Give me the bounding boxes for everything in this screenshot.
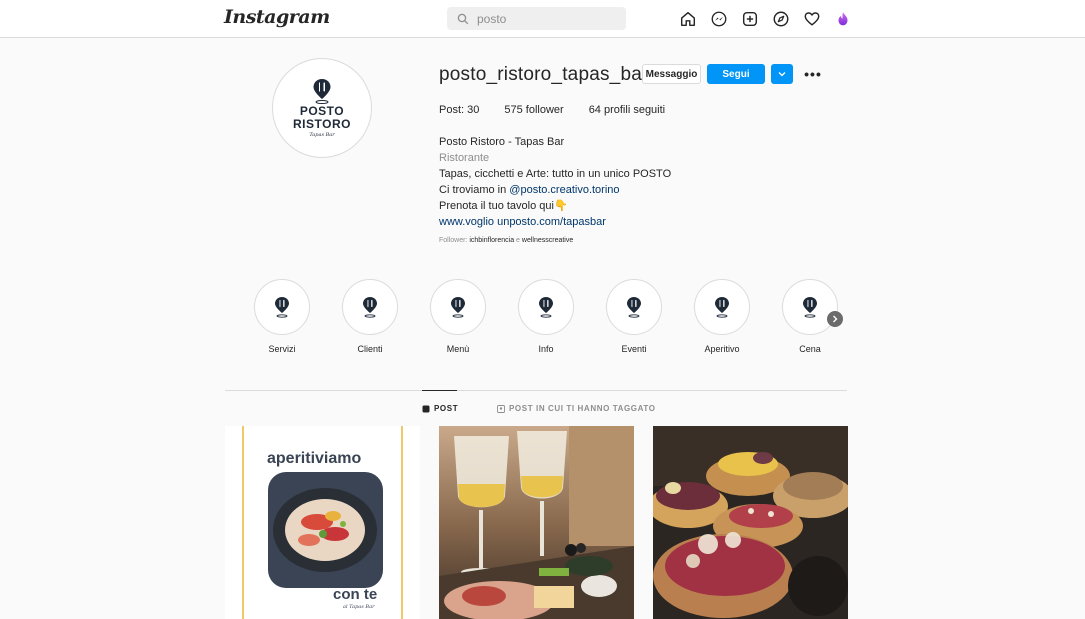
followed-by-prefix: Follower:: [439, 237, 470, 244]
followed-by-line: Follower: ichbinflorencia e wellnesscrea…: [439, 237, 573, 244]
bio-mention-link[interactable]: @posto.creativo.torino: [509, 184, 619, 196]
highlight-servizi[interactable]: Servizi: [254, 279, 310, 354]
highlight-cover: [606, 279, 662, 335]
bio-line-1: Tapas, cicchetti e Arte: tutto in un uni…: [439, 168, 672, 180]
grid-icon: [422, 405, 430, 412]
profile-full-name: Posto Ristoro - Tapas Bar: [439, 136, 565, 148]
explore-icon[interactable]: [771, 9, 791, 29]
chevron-down-icon: [778, 72, 786, 77]
search-input[interactable]: [477, 11, 617, 26]
story-highlights: Servizi Clienti Menù Info Eventi Aperiti…: [254, 279, 870, 354]
poster-subtitle: con te: [333, 586, 378, 603]
profile-bio: Posto Ristoro - Tapas Bar Ristorante Tap…: [439, 134, 671, 230]
followed-by-user-1[interactable]: ichbinflorencia: [469, 237, 514, 244]
highlight-cover: [782, 279, 838, 335]
tab-tagged[interactable]: POST IN CUI TI HANNO TAGGATO: [497, 404, 656, 413]
chevron-right-icon: [833, 315, 838, 323]
profile-avatar[interactable]: [833, 9, 853, 29]
profile-category: Ristorante: [439, 152, 490, 164]
bio-line-3: Prenota il tuo tavolo qui👇: [439, 198, 671, 214]
new-post-icon[interactable]: [740, 9, 760, 29]
profile-username: posto_ristoro_tapas_bar: [439, 64, 649, 85]
post-thumbnail-2[interactable]: [439, 426, 634, 619]
restaurant-pin-icon: [451, 297, 465, 318]
highlight-label: Servizi: [268, 344, 296, 354]
highlight-cover: [694, 279, 750, 335]
more-options-icon[interactable]: •••: [802, 64, 824, 84]
highlight-cover: [430, 279, 486, 335]
bruschetta-tapas-photo: [653, 426, 848, 619]
highlight-label: Info: [538, 344, 554, 354]
bio-website-link[interactable]: www.voglio unposto.com/tapasbar: [439, 214, 671, 230]
poster-tagline: al Tapas Bar: [343, 604, 375, 610]
highlight-eventi[interactable]: Eventi: [606, 279, 662, 354]
post-thumbnail-1[interactable]: aperitiviamo con te al Tapas Bar: [225, 426, 420, 619]
logo-text-line1: POSTO: [299, 104, 345, 118]
followers-count[interactable]: 575 follower: [504, 104, 563, 116]
highlight-cover: [342, 279, 398, 335]
highlight-menu[interactable]: Menù: [430, 279, 486, 354]
followed-by-user-2[interactable]: wellnesscreative: [522, 237, 573, 244]
restaurant-pin-icon: [363, 297, 377, 318]
highlight-aperitivo[interactable]: Aperitivo: [694, 279, 750, 354]
following-count[interactable]: 64 profili seguiti: [589, 104, 665, 116]
posts-count: Post: 30: [439, 104, 480, 116]
restaurant-pin-icon: [715, 297, 729, 318]
restaurant-pin-logo-icon: [313, 79, 331, 104]
tab-posts-label: POST: [434, 404, 459, 413]
highlight-label: Clienti: [357, 344, 383, 354]
profile-stats: Post: 30 575 follower 64 profili seguiti: [439, 104, 690, 116]
restaurant-pin-icon: [803, 297, 817, 318]
wine-and-charcuterie-photo: [439, 426, 634, 619]
tab-tagged-label: POST IN CUI TI HANNO TAGGATO: [509, 404, 656, 413]
post-thumbnail-3[interactable]: [653, 426, 848, 619]
highlight-label: Eventi: [621, 344, 647, 354]
logo-text-line3: Tapas Bar: [309, 132, 335, 138]
bio-line-2: Ci troviamo in @posto.creativo.torino: [439, 182, 671, 198]
highlight-label: Menù: [446, 344, 470, 354]
instagram-logo[interactable]: Instagram: [224, 6, 330, 28]
messenger-icon[interactable]: [709, 9, 729, 29]
follow-button[interactable]: Segui: [707, 64, 765, 84]
bio-line-3-text: Prenota il tuo tavolo qui: [439, 200, 554, 212]
message-button[interactable]: Messaggio: [642, 64, 701, 84]
activity-heart-icon[interactable]: [802, 9, 822, 29]
restaurant-pin-icon: [275, 297, 289, 318]
poster-title: aperitiviamo: [267, 450, 362, 467]
home-icon[interactable]: [678, 9, 698, 29]
highlight-info[interactable]: Info: [518, 279, 574, 354]
profile-picture[interactable]: POSTO RISTORO Tapas Bar: [272, 58, 372, 158]
suggested-accounts-button[interactable]: [771, 64, 793, 84]
bio-line-2-text: Ci troviamo in: [439, 184, 510, 196]
pointing-down-emoji-icon: 👇: [553, 200, 568, 212]
search-icon: [457, 13, 469, 24]
highlights-next-button[interactable]: [827, 311, 843, 327]
tab-posts[interactable]: POST: [422, 404, 458, 413]
highlight-cover: [518, 279, 574, 335]
search-box[interactable]: [447, 7, 626, 30]
highlight-clienti[interactable]: Clienti: [342, 279, 398, 354]
restaurant-pin-icon: [627, 297, 641, 318]
followed-by-joiner: e: [514, 237, 522, 244]
restaurant-pin-icon: [539, 297, 553, 318]
active-tab-indicator: [422, 390, 457, 391]
logo-text-line2: RISTORO: [293, 117, 351, 131]
highlight-label: Aperitivo: [704, 344, 740, 354]
highlight-label: Cena: [799, 344, 821, 354]
top-nav-bar: Instagram: [0, 0, 1085, 38]
tagged-icon: [497, 404, 505, 413]
tabs-divider: [225, 390, 847, 391]
highlight-cover: [254, 279, 310, 335]
